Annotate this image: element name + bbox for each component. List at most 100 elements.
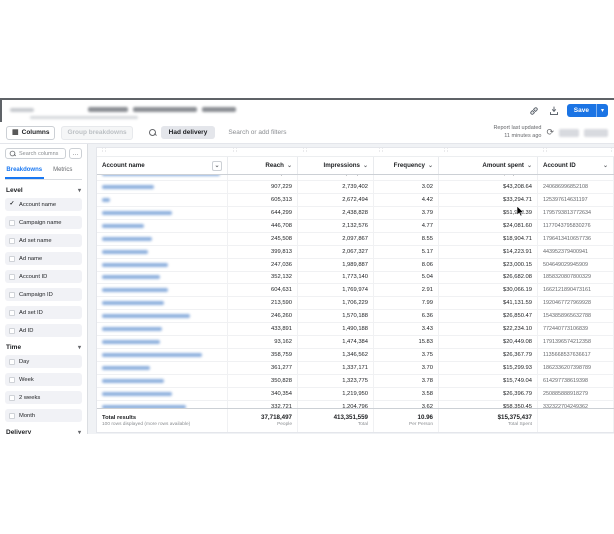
redacted-account-name-link[interactable] (102, 288, 168, 292)
save-dropdown-caret-icon[interactable]: ▾ (596, 104, 608, 117)
redacted-account-name-link[interactable] (102, 263, 168, 267)
drag-handle-icon[interactable]: ⋮⋮ (231, 149, 238, 154)
table-rows-viewport[interactable]: 900,867 4,030,439 4.47 $66,623.57 706012… (97, 175, 614, 408)
redacted-account-name-link[interactable] (102, 327, 162, 331)
group-breakdowns-button[interactable]: Group breakdowns (61, 126, 132, 140)
table-row[interactable]: 358,759 1,346,562 3.75 $26,367.79 113566… (97, 349, 614, 362)
redacted-account-name-link[interactable] (102, 211, 172, 215)
cell-account-name[interactable] (97, 388, 228, 400)
cell-account-name[interactable] (97, 336, 228, 348)
drag-handle-icon[interactable]: ⋮⋮ (377, 149, 384, 154)
cell-account-name[interactable] (97, 349, 228, 361)
cell-account-name[interactable] (97, 181, 228, 193)
redacted-account-name-link[interactable] (102, 275, 160, 279)
table-row[interactable]: 213,590 1,706,229 7.99 $41,131.59 192046… (97, 297, 614, 310)
table-row[interactable]: 446,708 2,132,576 4.77 $24,081.60 117704… (97, 220, 614, 233)
redacted-account-name-link[interactable] (102, 185, 154, 189)
column-header-amount-spent[interactable]: Amount spent ⌄ (439, 157, 538, 174)
checkbox[interactable] (9, 220, 15, 226)
drag-handle-icon[interactable]: ⋮⋮ (301, 149, 308, 154)
drag-handle-icon[interactable]: ⋮⋮ (541, 149, 548, 154)
redacted-account-name-link[interactable] (102, 366, 150, 370)
drag-handle-icon[interactable]: ⋮⋮ (442, 149, 449, 154)
tab-metrics[interactable]: Metrics (44, 164, 83, 179)
sidebar-item[interactable]: Account ID (5, 270, 82, 283)
sidebar-item[interactable]: Ad name (5, 252, 82, 265)
table-row[interactable]: 350,828 1,323,775 3.78 $15,749.04 614297… (97, 375, 614, 388)
table-row[interactable]: 93,162 1,474,384 15.83 $20,449.08 179139… (97, 336, 614, 349)
checkbox[interactable] (9, 256, 15, 262)
checkbox[interactable] (9, 292, 15, 298)
redacted-account-name-link[interactable] (102, 392, 172, 396)
section-level-header[interactable]: Level ▾ (6, 187, 81, 194)
sidebar-item[interactable]: Ad set name (5, 234, 82, 247)
checkbox[interactable] (9, 238, 15, 244)
section-time-header[interactable]: Time ▾ (6, 344, 81, 351)
table-row[interactable]: 340,354 1,219,950 3.58 $26,396.79 250885… (97, 388, 614, 401)
table-row[interactable]: 245,508 2,097,867 8.55 $18,904.71 179641… (97, 233, 614, 246)
redacted-account-name-link[interactable] (102, 379, 164, 383)
section-delivery-header[interactable]: Delivery ▾ (6, 429, 81, 434)
chevron-down-icon[interactable]: ⌄ (212, 161, 222, 171)
refresh-icon[interactable]: ⟳ (546, 128, 554, 137)
tab-breakdowns[interactable]: Breakdowns (5, 164, 44, 179)
checkbox[interactable] (9, 274, 15, 280)
drag-handle-icon[interactable]: ⋮⋮ (100, 149, 107, 154)
checkbox[interactable] (9, 377, 15, 383)
table-row[interactable]: 246,260 1,570,188 6.36 $26,850.47 154385… (97, 310, 614, 323)
column-header-frequency[interactable]: Frequency ⌄ (374, 157, 439, 174)
table-row[interactable]: 352,132 1,773,140 5.04 $26,682.08 185832… (97, 272, 614, 285)
redacted-account-name-link[interactable] (102, 353, 202, 357)
redacted-account-name-link[interactable] (102, 301, 164, 305)
redacted-account-name-link[interactable] (102, 250, 148, 254)
column-header-account-name[interactable]: Account name ⌄ (97, 157, 228, 174)
cell-account-name[interactable] (97, 233, 228, 245)
redacted-account-name-link[interactable] (102, 175, 220, 176)
checkbox[interactable] (9, 395, 15, 401)
save-split-button[interactable]: Save ▾ (567, 104, 608, 117)
cell-account-name[interactable] (97, 220, 228, 232)
cell-account-name[interactable] (97, 207, 228, 219)
redacted-account-name-link[interactable] (102, 405, 186, 408)
cell-account-name[interactable] (97, 375, 228, 387)
cell-account-name[interactable] (97, 362, 228, 374)
cell-account-name[interactable] (97, 284, 228, 296)
search-columns-input[interactable]: Search columns (5, 148, 66, 159)
drag-handle-icon[interactable]: ⋮⋮ (609, 149, 614, 154)
redacted-account-name-link[interactable] (102, 340, 160, 344)
checkbox[interactable]: ✓ (9, 202, 15, 208)
sidebar-item[interactable]: Week (5, 373, 82, 386)
sidebar-item[interactable]: Campaign name (5, 216, 82, 229)
column-header-account-id[interactable]: Account ID ⌄ (538, 157, 614, 174)
cell-account-name[interactable] (97, 323, 228, 335)
table-row[interactable]: 644,299 2,438,828 3.79 $51,950.39 179579… (97, 207, 614, 220)
columns-button[interactable]: ▦ Columns (6, 126, 55, 140)
cell-account-name[interactable] (97, 272, 228, 284)
cell-account-name[interactable] (97, 194, 228, 206)
redacted-account-name-link[interactable] (102, 198, 110, 202)
sidebar-item[interactable]: Month (5, 409, 82, 422)
redacted-account-name-link[interactable] (102, 224, 144, 228)
cell-account-name[interactable] (97, 310, 228, 322)
cell-account-name[interactable] (97, 401, 228, 408)
share-link-button[interactable] (527, 104, 541, 117)
filters-bar[interactable]: Had delivery Search or add filters (149, 126, 287, 139)
cell-account-name[interactable] (97, 175, 228, 180)
sidebar-item[interactable]: ✓ Account name (5, 198, 82, 211)
checkbox[interactable] (9, 359, 15, 365)
column-header-impressions[interactable]: Impressions ⌄ (298, 157, 374, 174)
sidebar-item[interactable]: Campaign ID (5, 288, 82, 301)
table-row[interactable]: 332,721 1,204,796 3.62 $58,350.45 332322… (97, 401, 614, 408)
cell-account-name[interactable] (97, 297, 228, 309)
table-row[interactable]: 907,229 2,739,402 3.02 $43,208.64 240686… (97, 181, 614, 194)
table-row[interactable]: 604,631 1,769,974 2.91 $30,066.19 166212… (97, 284, 614, 297)
filters-search-input[interactable]: Search or add filters (228, 129, 286, 136)
redacted-account-name-link[interactable] (102, 237, 152, 241)
save-button[interactable]: Save (567, 104, 596, 117)
export-button[interactable] (547, 104, 561, 117)
cell-account-name[interactable] (97, 259, 228, 271)
sidebar-item[interactable]: Ad set ID (5, 306, 82, 319)
column-header-reach[interactable]: Reach ⌄ (228, 157, 298, 174)
sidebar-more-button[interactable]: … (69, 148, 82, 159)
checkbox[interactable] (9, 310, 15, 316)
